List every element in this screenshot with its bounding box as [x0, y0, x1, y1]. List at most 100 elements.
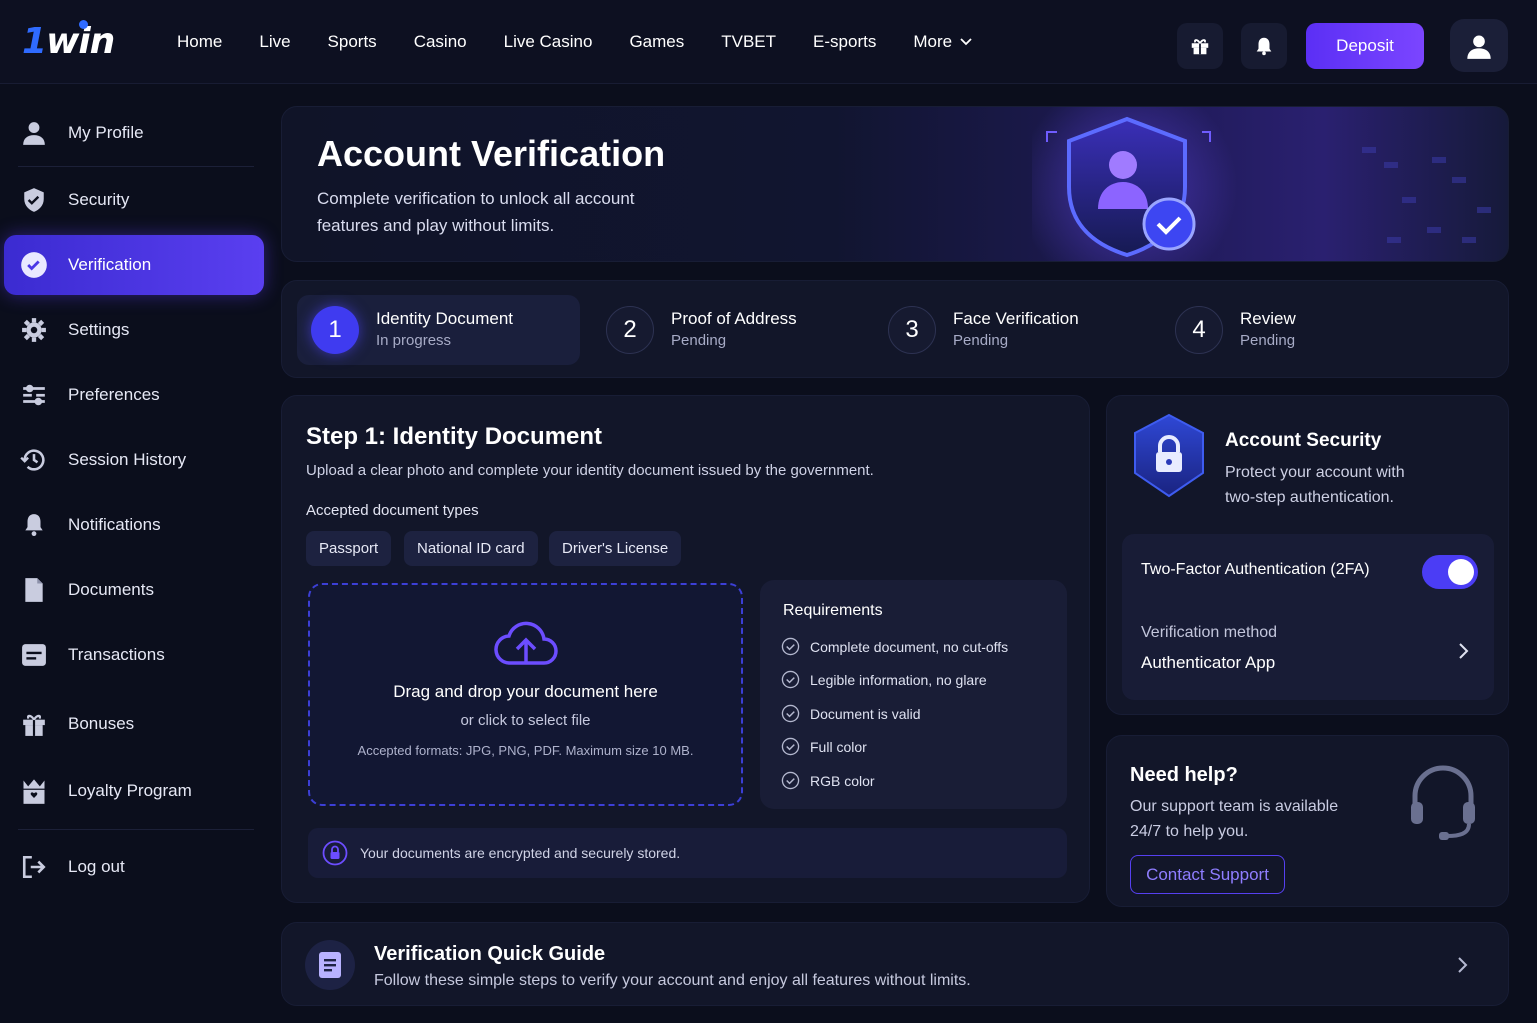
encryption-notice-text: Your documents are encrypted and securel…	[360, 845, 681, 861]
requirement-item: Full color	[781, 737, 867, 756]
nav-games[interactable]: Games	[629, 32, 684, 52]
check-circle-icon	[781, 637, 800, 656]
nav-esports[interactable]: E-sports	[813, 32, 876, 52]
requirements-title: Requirements	[783, 602, 883, 619]
account-security-card: Account Security Protect your account wi…	[1106, 395, 1509, 715]
nav-home[interactable]: Home	[177, 32, 222, 52]
sidebar-item-security[interactable]: Security	[4, 170, 264, 230]
main-nav: Home Live Sports Casino Live Casino Game…	[177, 0, 1009, 84]
sidebar-item-session-history[interactable]: Session History	[4, 430, 264, 490]
history-icon	[20, 446, 48, 474]
quick-guide-banner[interactable]: Verification Quick Guide Follow these si…	[281, 922, 1509, 1006]
verification-method-value[interactable]: Authenticator App	[1141, 653, 1275, 673]
sidebar-item-my-profile[interactable]: My Profile	[4, 103, 264, 163]
accepted-types-label: Accepted document types	[306, 502, 479, 519]
headset-icon	[1411, 765, 1475, 840]
sidebar-item-bonuses[interactable]: Bonuses	[4, 694, 264, 754]
user-avatar-button[interactable]	[1450, 19, 1508, 72]
doc-type-passport[interactable]: Passport	[306, 531, 392, 566]
nav-live[interactable]: Live	[259, 32, 290, 52]
step-number: 3	[888, 306, 936, 354]
requirement-item: Complete document, no cut-offs	[781, 637, 1008, 656]
nav-tvbet[interactable]: TVBET	[721, 32, 776, 52]
step-face-verification[interactable]: 3 Face Verification Pending	[888, 295, 1079, 365]
doc-type-drivers-license[interactable]: Driver's License	[549, 531, 682, 566]
requirement-text: RGB color	[810, 772, 875, 789]
step-heading: Step 1: Identity Document	[306, 423, 603, 450]
gift-icon	[1191, 39, 1209, 55]
sidebar-item-transactions[interactable]: Transactions	[4, 625, 264, 685]
nav-casino[interactable]: Casino	[414, 32, 467, 52]
requirement-text: Complete document, no cut-offs	[810, 638, 1009, 655]
logout-icon	[20, 853, 48, 881]
sidebar-item-documents[interactable]: Documents	[4, 560, 264, 620]
guide-title: Verification Quick Guide	[374, 943, 606, 965]
notifications-button[interactable]	[1241, 23, 1287, 69]
sidebar-item-settings[interactable]: Settings	[4, 300, 264, 360]
sidebar-item-label: Settings	[68, 320, 130, 339]
verification-hero-banner: Account Verification Complete verificati…	[281, 106, 1509, 262]
check-circle-icon	[781, 670, 800, 689]
bell-icon	[1256, 37, 1272, 56]
user-icon	[20, 119, 48, 147]
check-circle-icon	[781, 771, 800, 790]
verified-shield-illustration	[1032, 107, 1491, 261]
step-status: Pending	[953, 332, 1009, 349]
nav-sports[interactable]: Sports	[328, 32, 377, 52]
chevron-right-icon[interactable]	[1457, 956, 1469, 974]
logout-button[interactable]: Log out	[4, 837, 264, 897]
gift-button[interactable]	[1177, 23, 1223, 69]
check-circle-icon	[781, 737, 800, 756]
twofa-settings: Two-Factor Authentication (2FA) Verifica…	[1122, 534, 1494, 700]
step-status: In progress	[376, 332, 452, 349]
step-title: Identity Document	[376, 309, 514, 328]
step-proof-of-address[interactable]: 2 Proof of Address Pending	[606, 295, 797, 365]
document-dropzone[interactable]: Drag and drop your document here or clic…	[308, 583, 743, 806]
doc-type-national-id[interactable]: National ID card	[404, 531, 538, 566]
nav-live-casino[interactable]: Live Casino	[504, 32, 593, 52]
document-icon	[20, 576, 48, 604]
step-number: 2	[606, 306, 654, 354]
top-navigation-bar: 1win Home Live Sports Casino Live Casino…	[0, 0, 1537, 84]
sidebar-item-notifications[interactable]: Notifications	[4, 495, 264, 555]
divider	[18, 166, 254, 167]
check-circle-icon	[20, 251, 48, 279]
requirement-item: Legible information, no glare	[781, 670, 987, 689]
brand-logo[interactable]: 1win	[22, 20, 115, 62]
requirement-text: Legible information, no glare	[810, 671, 987, 688]
sidebar-item-label: Preferences	[68, 385, 160, 404]
step-identity-document[interactable]: 1 Identity Document In progress	[297, 295, 580, 365]
chevron-down-icon	[960, 38, 972, 46]
step-review[interactable]: 4 Review Pending	[1175, 295, 1296, 365]
sliders-icon	[20, 381, 48, 409]
nav-more-label: More	[913, 32, 953, 51]
verification-stepper: 1 Identity Document In progress 2 Proof …	[281, 280, 1509, 378]
step-description: Upload a clear photo and complete your i…	[306, 462, 874, 479]
step-title: Proof of Address	[671, 309, 797, 328]
twofa-toggle[interactable]	[1422, 555, 1478, 589]
sidebar-item-label: Session History	[68, 450, 187, 469]
dropzone-select-file[interactable]: or click to select file	[310, 712, 741, 729]
help-card: Need help? Our support team is available…	[1106, 735, 1509, 907]
sidebar-item-preferences[interactable]: Preferences	[4, 365, 264, 425]
sidebar-item-label: Documents	[68, 580, 154, 599]
sidebar-item-verification[interactable]: Verification	[4, 235, 264, 295]
account-security-subtitle: Protect your account with two-step authe…	[1225, 464, 1405, 506]
document-list-icon	[319, 952, 341, 978]
lock-icon	[322, 840, 348, 866]
chevron-right-icon[interactable]	[1458, 642, 1470, 660]
nav-more[interactable]: More	[913, 32, 972, 52]
logo-text-one: 1	[22, 21, 47, 62]
check-circle-icon	[781, 704, 800, 723]
sidebar-item-loyalty-program[interactable]: Loyalty Program	[4, 761, 264, 821]
logo-dot	[79, 20, 88, 29]
shield-icon	[20, 186, 48, 214]
account-security-title: Account Security	[1225, 430, 1382, 451]
deposit-button[interactable]: Deposit	[1306, 23, 1424, 69]
card-icon	[20, 641, 48, 669]
toggle-knob	[1448, 559, 1474, 585]
requirements-box: Requirements Complete document, no cut-o…	[760, 580, 1067, 809]
contact-support-button[interactable]: Contact Support	[1130, 855, 1285, 894]
divider	[18, 829, 254, 830]
requirement-text: Full color	[810, 738, 867, 755]
